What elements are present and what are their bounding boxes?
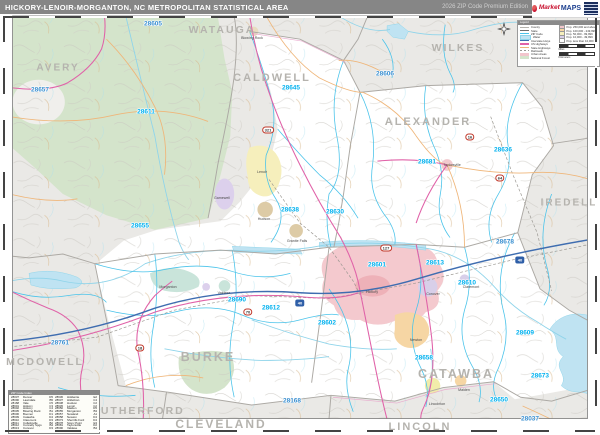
zip-label-28645: 28645 (282, 85, 300, 92)
zip-label-28673: 28673 (531, 373, 549, 380)
compass-rose-icon (497, 22, 511, 36)
city-label-hickory: Hickory (366, 290, 378, 294)
zip-label-28610: 28610 (458, 280, 476, 287)
header-bar: HICKORY-LENOIR-MORGANTON, NC METROPOLITA… (0, 0, 600, 14)
county-label-avery: AVERY (36, 63, 79, 74)
highway-shield-40: 40 (515, 257, 524, 264)
zip-label-28612: 28612 (262, 305, 280, 312)
city-label-lenoir: Lenoir (257, 170, 267, 174)
legend-symbol-list: CountyStateZIP CodeWaterInterstate HwysU… (520, 26, 556, 60)
zip-label-28601: 28601 (368, 262, 386, 269)
legend-population-item: Pop. less than 10,000 (559, 39, 597, 42)
zip-index-right-column: 28636HiddeniteE228637HildebranC428638Hud… (55, 396, 97, 433)
city-label-newton: Newton (410, 338, 422, 342)
frame-edge-top (3, 16, 597, 18)
edition-label: 2026 ZIP Code Premium Edition (442, 4, 528, 10)
city-label-morganton: Morganton (159, 285, 176, 289)
logo-contact-box (584, 2, 598, 15)
map-poster: { "header": { "title": "HICKORY-LENOIR-M… (0, 0, 600, 435)
city-label-gamewell: Gamewell (214, 196, 230, 200)
zip-index-table: ZIP Code Index 28037DenverD528090Lawndal… (8, 390, 100, 434)
county-swatch-icon (520, 27, 529, 28)
zip-label-28605: 28605 (144, 21, 162, 28)
interstate-swatch-icon (520, 40, 529, 41)
zip-label-28611: 28611 (137, 109, 155, 116)
highway-shield-127: 127 (380, 245, 392, 252)
publisher-logo: Market MAPS (532, 0, 600, 18)
city-label-hudson: Hudson (258, 217, 270, 221)
city-label-maiden: Maiden (458, 388, 470, 392)
zip-label-28630: 28630 (326, 209, 344, 216)
city-label-granite-falls: Granite Falls (287, 239, 307, 243)
state-swatch-icon (520, 30, 529, 31)
city-label-taylorsville: Taylorsville (443, 163, 461, 167)
highway-shield-40: 40 (295, 300, 304, 307)
zip-label-28655: 28655 (131, 223, 149, 230)
map-title: HICKORY-LENOIR-MORGANTON, NC METROPOLITA… (5, 3, 289, 12)
zip-label-28636: 28636 (494, 147, 512, 154)
county-label-rutherford: RUTHERFORD (91, 405, 185, 417)
frame-edge-bottom (3, 430, 597, 432)
city-label-valdese: Valdese (218, 291, 231, 295)
zip-label-28678: 28678 (496, 239, 514, 246)
frame-edge-left (3, 16, 5, 432)
county-label-burke: BURKE (181, 350, 235, 364)
logo-part2: MAPS (561, 5, 581, 12)
globe-icon (532, 5, 537, 12)
forest-swatch-icon (520, 56, 529, 59)
zip-label-28658: 28658 (415, 355, 433, 362)
frame-edge-right (595, 16, 597, 432)
zip-label-28657: 28657 (31, 87, 49, 94)
rail-swatch-icon (520, 50, 529, 51)
zip-label-28602: 28602 (318, 320, 336, 327)
zip-label-28761: 28761 (51, 340, 69, 347)
county-label-wilkes: WILKES (432, 42, 485, 54)
zip-label-28690: 28690 (228, 297, 246, 304)
zip-label-28681: 28681 (418, 159, 436, 166)
zip-label-28650: 28650 (490, 397, 508, 404)
legend-item: National Forest (520, 56, 556, 59)
legend-population-list: Pop. 250,000 and abovePop. 100,000 - 249… (559, 26, 597, 60)
zip-label-28609: 28609 (516, 330, 534, 337)
zip-index-left-column: 28037DenverD528090LawndaleB528168ValeC52… (11, 396, 53, 433)
highway-shield-321: 321 (262, 127, 274, 134)
logo-part1: Market (539, 5, 560, 12)
city-label-lincolnton: Lincolnton (429, 402, 445, 406)
city-label-conover: Conover (426, 292, 440, 296)
ushwy-swatch-icon (520, 43, 529, 44)
scale-bar-km: Kilometers (559, 52, 597, 59)
county-label-mcdowell: MCDOWELL (6, 356, 84, 368)
legend-box: Legend CountyStateZIP CodeWaterInterstat… (517, 20, 600, 67)
county-label-cleveland: CLEVELAND (175, 417, 266, 431)
zip-label-28606: 28606 (376, 71, 394, 78)
city-label-blowing-rock: Blowing Rock (241, 36, 263, 40)
zip-label-28168: 28168 (283, 398, 301, 405)
county-label-alexander: ALEXANDER (385, 116, 471, 128)
zip-label-28638: 28638 (281, 207, 299, 214)
county-label-iredell: IREDELL (541, 198, 598, 209)
county-label-watauga: WATAUGA (189, 24, 256, 36)
sthwy-swatch-icon (520, 47, 529, 48)
zip-label-28037: 28037 (521, 416, 539, 423)
county-label-caldwell: CALDWELL (233, 72, 311, 84)
zip-label-28613: 28613 (426, 260, 444, 267)
scale-bar-miles: Miles (559, 44, 597, 51)
county-label-catawba: CATAWBA (418, 367, 494, 381)
